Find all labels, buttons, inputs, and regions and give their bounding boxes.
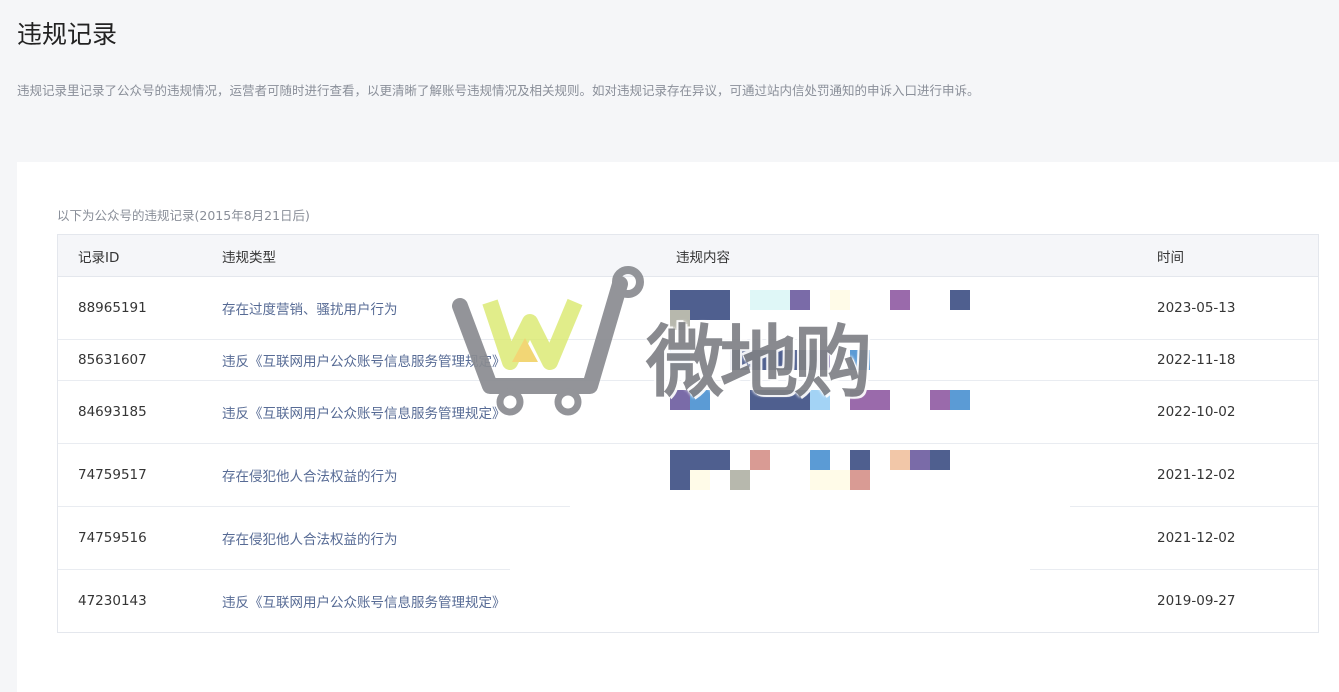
record-id: 47230143	[78, 593, 147, 609]
record-id: 84693185	[78, 404, 147, 420]
violation-type-link[interactable]: 存在过度营销、骚扰用户行为	[222, 298, 398, 318]
violation-type-link[interactable]: 存在侵犯他人合法权益的行为	[222, 465, 398, 485]
record-time: 2021-12-02	[1157, 530, 1236, 546]
record-time: 2023-05-13	[1157, 300, 1236, 316]
header-type: 违规类型	[222, 249, 276, 266]
record-id: 85631607	[78, 352, 147, 368]
redaction-whiteout	[570, 505, 1070, 567]
record-time: 2022-10-02	[1157, 404, 1236, 420]
record-id: 88965191	[78, 300, 147, 316]
watermark-text: 微地购	[646, 318, 872, 408]
header-time: 时间	[1157, 249, 1184, 266]
violation-type-link[interactable]: 违反《互联网用户公众账号信息服务管理规定》	[222, 591, 506, 611]
table-row: 74759517 存在侵犯他人合法权益的行为 2021-12-02	[58, 444, 1318, 507]
page-title: 违规记录	[17, 20, 118, 49]
record-time: 2019-09-27	[1157, 593, 1236, 609]
record-id: 74759517	[78, 467, 147, 483]
record-id: 74759516	[78, 530, 147, 546]
record-time: 2022-11-18	[1157, 352, 1236, 368]
records-caption: 以下为公众号的违规记录(2015年8月21日后)	[57, 208, 310, 223]
shopping-cart-logo-icon	[452, 266, 644, 416]
header-id: 记录ID	[78, 249, 120, 266]
redaction-whiteout	[510, 568, 1030, 630]
watermark: 微地购	[450, 262, 890, 422]
violation-type-link[interactable]: 存在侵犯他人合法权益的行为	[222, 528, 398, 548]
page-description: 违规记录里记录了公众号的违规情况，运营者可随时进行查看，以更清晰了解账号违规情况…	[17, 83, 980, 98]
record-time: 2021-12-02	[1157, 467, 1236, 483]
